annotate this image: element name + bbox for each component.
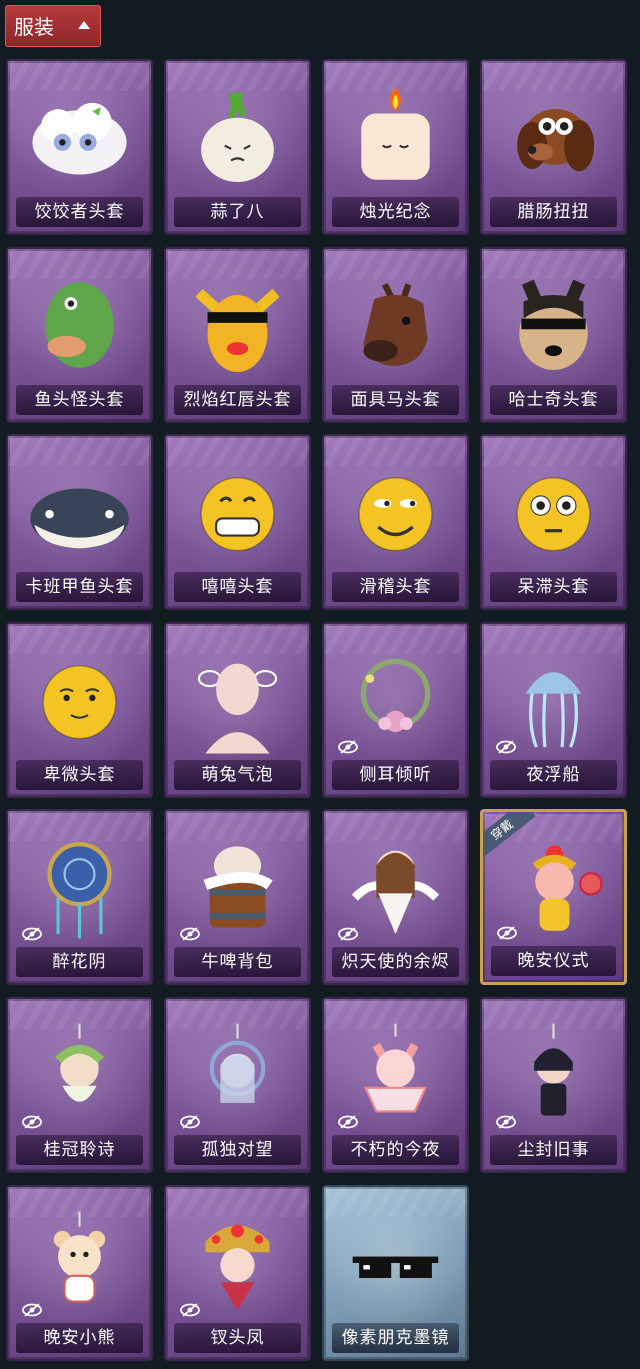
fox-sundae-icon [342, 1021, 449, 1129]
costume-card[interactable]: 侧耳倾听 [322, 622, 469, 798]
costume-card[interactable]: 尘封旧事 [480, 997, 627, 1173]
costume-card[interactable]: 腊肠扭扭 [480, 59, 627, 235]
humble-emoji-icon [26, 646, 133, 754]
hidden-eye-icon[interactable] [22, 1303, 42, 1317]
dark-doll-charm-icon [500, 1021, 607, 1129]
costume-tab[interactable]: 服装 [5, 5, 101, 47]
costume-card[interactable]: 孤独对望 [164, 997, 311, 1173]
flower-wreath-icon [342, 646, 449, 754]
bubble-head-icon [184, 646, 291, 754]
hidden-eye-icon[interactable] [496, 740, 516, 754]
costume-name: 醉花阴 [16, 947, 143, 977]
hidden-eye-icon[interactable] [496, 1115, 516, 1129]
costume-name: 像素朋克墨镜 [332, 1323, 459, 1353]
hidden-eye-icon[interactable] [497, 926, 517, 940]
costume-name: 烛光纪念 [332, 197, 459, 227]
costume-name: 孤独对望 [174, 1135, 301, 1165]
costume-card[interactable]: 炽天使的余烬 [322, 809, 469, 985]
chevron-up-icon [78, 21, 90, 29]
costume-card[interactable]: 面具马头套 [322, 247, 469, 423]
candle-head-icon [342, 83, 449, 191]
costume-card[interactable]: 醉花阴 [6, 809, 153, 985]
costume-card[interactable]: 蒜了八 [164, 59, 311, 235]
phoenix-crown-icon [184, 1209, 291, 1317]
angel-doll-icon [342, 833, 449, 941]
lips-mask-icon [184, 271, 291, 379]
costume-name: 侧耳倾听 [332, 760, 459, 790]
costume-name: 面具马头套 [332, 385, 459, 415]
costume-name: 呆滞头套 [490, 572, 617, 602]
costume-card[interactable]: 穿戴 晚安仪式 [480, 809, 627, 985]
bear-charm-icon [26, 1209, 133, 1317]
laurel-charm-icon [26, 1021, 133, 1129]
costume-name: 桂冠聆诗 [16, 1135, 143, 1165]
dachshund-head-icon [500, 83, 607, 191]
costume-name: 晚安小熊 [16, 1323, 143, 1353]
costume-name: 鱼头怪头套 [16, 385, 143, 415]
costume-card[interactable]: 像素朋克墨镜 [322, 1185, 469, 1361]
costume-name: 尘封旧事 [490, 1135, 617, 1165]
costume-name: 不朽的今夜 [332, 1135, 459, 1165]
costume-card[interactable]: 烛光纪念 [322, 59, 469, 235]
hidden-eye-icon[interactable] [180, 1303, 200, 1317]
costume-card[interactable]: 鱼头怪头套 [6, 247, 153, 423]
costume-card[interactable]: 呆滞头套 [480, 434, 627, 610]
costume-card[interactable]: 晚安小熊 [6, 1185, 153, 1361]
grin-emoji-icon [184, 458, 291, 566]
costume-card[interactable]: 钗头凤 [164, 1185, 311, 1361]
garlic-head-icon [184, 83, 291, 191]
fish-head-icon [26, 271, 133, 379]
costume-name: 卡班甲鱼头套 [16, 572, 143, 602]
costume-name: 饺饺者头套 [16, 197, 143, 227]
costume-name: 炽天使的余烬 [332, 947, 459, 977]
jellyfish-icon [500, 646, 607, 754]
hidden-eye-icon[interactable] [338, 740, 358, 754]
costume-name: 腊肠扭扭 [490, 197, 617, 227]
hidden-eye-icon[interactable] [22, 927, 42, 941]
hidden-eye-icon[interactable] [338, 1115, 358, 1129]
dumpling-head-icon [26, 83, 133, 191]
hidden-eye-icon[interactable] [22, 1115, 42, 1129]
costume-name: 滑稽头套 [332, 572, 459, 602]
hidden-eye-icon[interactable] [180, 1115, 200, 1129]
costume-card[interactable]: 不朽的今夜 [322, 997, 469, 1173]
stare-emoji-icon [500, 458, 607, 566]
costume-tab-label: 服装 [14, 15, 54, 39]
lonely-charm-icon [184, 1021, 291, 1129]
smirk-emoji-icon [342, 458, 449, 566]
costume-name: 夜浮船 [490, 760, 617, 790]
hidden-eye-icon[interactable] [180, 927, 200, 941]
costume-name: 卑微头套 [16, 760, 143, 790]
hidden-eye-icon[interactable] [338, 927, 358, 941]
costume-card[interactable]: 饺饺者头套 [6, 59, 153, 235]
costume-name: 晚安仪式 [491, 946, 616, 976]
costume-name: 钗头凤 [174, 1323, 301, 1353]
costume-card[interactable]: 卑微头套 [6, 622, 153, 798]
costume-name: 嘻嘻头套 [174, 572, 301, 602]
costume-card[interactable]: 萌兔气泡 [164, 622, 311, 798]
whale-head-icon [26, 458, 133, 566]
costume-name: 蒜了八 [174, 197, 301, 227]
costume-name: 哈士奇头套 [490, 385, 617, 415]
costume-name: 萌兔气泡 [174, 760, 301, 790]
costume-card[interactable]: 滑稽头套 [322, 434, 469, 610]
costume-card[interactable]: 夜浮船 [480, 622, 627, 798]
pixel-sunglasses-icon [342, 1209, 449, 1317]
costume-card[interactable]: 牛啤背包 [164, 809, 311, 985]
costume-name: 烈焰红唇头套 [174, 385, 301, 415]
horse-mask-icon [342, 271, 449, 379]
costume-card[interactable]: 嘻嘻头套 [164, 434, 311, 610]
costume-card[interactable]: 卡班甲鱼头套 [6, 434, 153, 610]
beer-cow-icon [184, 833, 291, 941]
costume-card[interactable]: 烈焰红唇头套 [164, 247, 311, 423]
husky-mask-icon [500, 271, 607, 379]
dreamcatcher-icon [26, 833, 133, 941]
pig-doll-icon [501, 834, 608, 942]
costume-card[interactable]: 哈士奇头套 [480, 247, 627, 423]
costume-name: 牛啤背包 [174, 947, 301, 977]
costume-card[interactable]: 桂冠聆诗 [6, 997, 153, 1173]
